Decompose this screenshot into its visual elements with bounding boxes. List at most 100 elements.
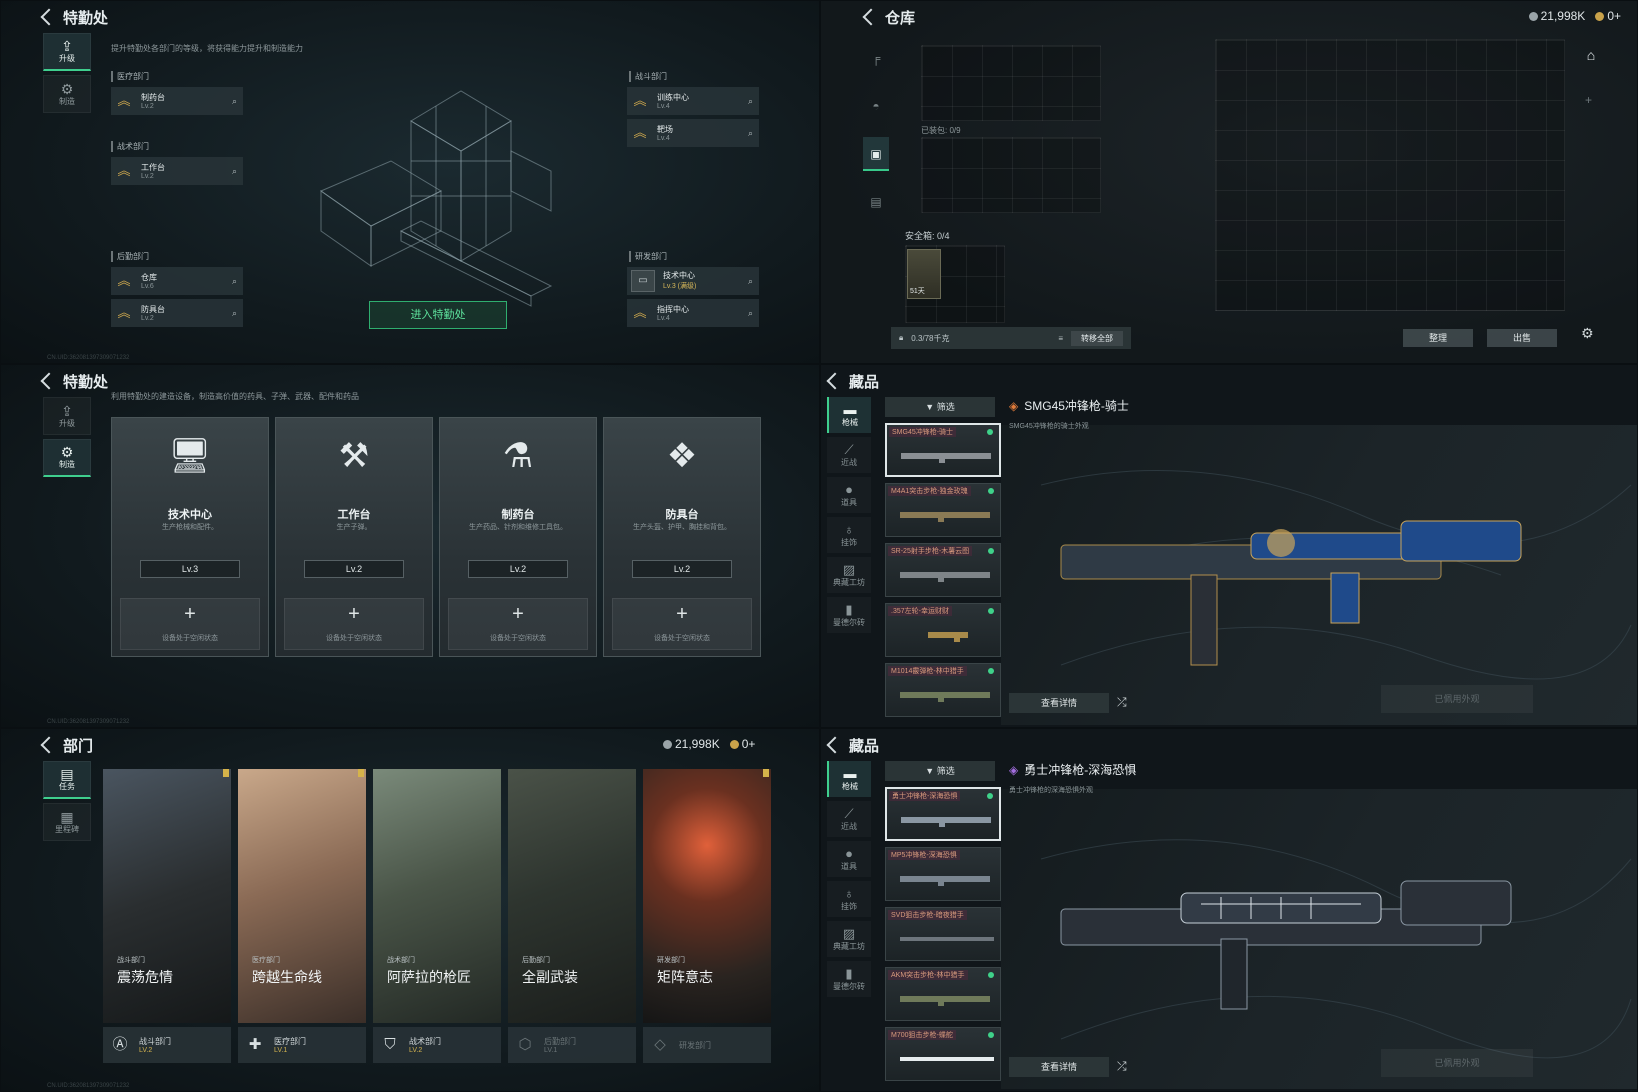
craft-slot[interactable]: + 设备处于空闲状态: [448, 598, 588, 650]
skin-item[interactable]: SVD狙击步枪-暗夜猎手: [885, 907, 1001, 961]
view-details-button[interactable]: 查看详情: [1009, 693, 1109, 713]
view-details-button[interactable]: 查看详情: [1009, 1057, 1109, 1077]
facility-shooting-range[interactable]: ︽ 靶场 Lv.4 ⌕: [627, 119, 759, 147]
facility-warehouse[interactable]: ︽ 仓库 Lv.6 ⌕: [111, 267, 243, 295]
dept-card-research[interactable]: 研发部门 矩阵意志: [643, 769, 771, 1023]
helmet-slot-icon[interactable]: ◓: [863, 89, 889, 123]
dept-footer-research[interactable]: ◇ 研发部门: [643, 1027, 771, 1063]
craft-card-workbench[interactable]: ⚒ 工作台 生产子弹。 Lv.2 + 设备处于空闲状态: [275, 417, 433, 657]
facility-command-center[interactable]: ︽ 指挥中心 Lv.4 ⌕: [627, 299, 759, 327]
lock-icon: 🔒︎: [899, 333, 904, 342]
nav-upgrade[interactable]: ⇪ 升级: [43, 33, 91, 71]
nav-upgrade[interactable]: ⇪ 升级: [43, 397, 91, 435]
nav-tasks[interactable]: ▤ 任务: [43, 761, 91, 799]
add-icon[interactable]: +: [1585, 93, 1592, 107]
equipped-button[interactable]: 已佩用外观: [1381, 1049, 1533, 1077]
case-slot-icon[interactable]: ▤: [863, 185, 889, 219]
gold-balance[interactable]: 0+: [729, 737, 755, 751]
search-icon[interactable]: ⌕: [748, 96, 753, 107]
craft-slot[interactable]: + 设备处于空闲状态: [612, 598, 752, 650]
cubes-icon: ❖: [666, 437, 698, 475]
backpack-slot-icon[interactable]: ▣: [863, 137, 889, 171]
container-grid-top[interactable]: [921, 45, 1101, 121]
sort-button[interactable]: 整理: [1403, 329, 1473, 347]
skin-item[interactable]: SR-25射手步枪-木薯云图: [885, 543, 1001, 597]
facility-training-center[interactable]: ︽ 训练中心 Lv.4 ⌕: [627, 87, 759, 115]
search-icon[interactable]: ⌕: [748, 308, 753, 319]
search-icon[interactable]: ⌕: [232, 308, 237, 319]
plus-icon: +: [184, 603, 196, 625]
search-icon[interactable]: ⌕: [232, 96, 237, 107]
back-icon[interactable]: [40, 736, 58, 754]
facility-tech-center[interactable]: ▭ 技术中心 Lv.3 (满级) ⌕: [627, 267, 759, 295]
facility-workbench[interactable]: ︽ 工作台 Lv.2 ⌕: [111, 157, 243, 185]
craft-card-pharmacy[interactable]: ⚗ 制药台 生产药品、针剂和维修工具包。 Lv.2 + 设备处于空闲状态: [439, 417, 597, 657]
nav-firearms[interactable]: ▬ 枪械: [827, 761, 871, 797]
skin-item[interactable]: AKM突击步枪-林中猎手: [885, 967, 1001, 1021]
filter-button[interactable]: ▼ 筛选: [885, 397, 995, 417]
search-icon[interactable]: ⌕: [748, 128, 753, 139]
search-icon[interactable]: ⌕: [748, 276, 753, 287]
nav-craft[interactable]: ⚙ 制造: [43, 75, 91, 113]
dept-card-combat[interactable]: 战斗部门 震荡危情: [103, 769, 231, 1023]
nav-craft[interactable]: ⚙ 制造: [43, 439, 91, 477]
craft-slot[interactable]: + 设备处于空闲状态: [284, 598, 424, 650]
gold-balance[interactable]: 0+: [1595, 9, 1621, 23]
rarity-icon: ◈: [1009, 762, 1019, 777]
nav-firearms[interactable]: ▬ 枪械: [827, 397, 871, 433]
back-icon[interactable]: [826, 736, 844, 754]
nav-melee[interactable]: ⟋ 近战: [827, 801, 871, 837]
dept-card-logistics[interactable]: 后勤部门 全副武装: [508, 769, 636, 1023]
back-icon[interactable]: [826, 372, 844, 390]
list-icon[interactable]: ≡: [1058, 334, 1063, 343]
back-icon[interactable]: [40, 8, 58, 26]
nav-melee[interactable]: ⟋ 近战: [827, 437, 871, 473]
dept-card-tactical[interactable]: 战术部门 阿萨拉的枪匠: [373, 769, 501, 1023]
craft-card-tech-center[interactable]: 🖥︎ 技术中心 生产枪械和配件。 Lv.3 + 设备处于空闲状态: [111, 417, 269, 657]
nav-workshop[interactable]: ▨ 典藏工坊: [827, 557, 871, 593]
sell-button[interactable]: 出售: [1487, 329, 1557, 347]
stash-grid[interactable]: [1215, 39, 1565, 311]
silver-balance: 21,998K: [663, 737, 720, 751]
transfer-all-button[interactable]: 转移全部: [1071, 330, 1123, 346]
nav-charms[interactable]: ♁ 挂饰: [827, 881, 871, 917]
weapon-slot-icon[interactable]: ╒: [863, 41, 889, 75]
search-icon[interactable]: ⌕: [232, 166, 237, 177]
dept-footer-logistics[interactable]: ⬡ 后勤部门 LV.1: [508, 1027, 636, 1063]
nav-items[interactable]: ● 道具: [827, 477, 871, 513]
nav-brick[interactable]: ▮ 曼德尔砖: [827, 597, 871, 633]
backpack-grid[interactable]: [921, 137, 1101, 213]
dept-footer-combat[interactable]: Ⓐ 战斗部门 LV.2: [103, 1027, 231, 1063]
nav-items[interactable]: ● 道具: [827, 841, 871, 877]
shuffle-icon[interactable]: ⤮: [1117, 695, 1127, 710]
skin-item[interactable]: M4A1突击步枪-独金玫瑰: [885, 483, 1001, 537]
skin-item[interactable]: MP5冲锋枪-深海恐惧: [885, 847, 1001, 901]
facility-pharmacy[interactable]: ︽ 制药台 Lv.2 ⌕: [111, 87, 243, 115]
facility-armor-bench[interactable]: ︽ 防具台 Lv.2 ⌕: [111, 299, 243, 327]
skin-item[interactable]: 勇士冲锋枪-深海恐惧: [885, 787, 1001, 841]
craft-slot[interactable]: + 设备处于空闲状态: [120, 598, 260, 650]
dept-footer-tactical[interactable]: ⛉ 战术部门 LV.2: [373, 1027, 501, 1063]
shuffle-icon[interactable]: ⤮: [1117, 1059, 1127, 1074]
nav-charms[interactable]: ♁ 挂饰: [827, 517, 871, 553]
skin-item[interactable]: .357左轮-幸运财财: [885, 603, 1001, 657]
filter-button[interactable]: ▼ 筛选: [885, 761, 995, 781]
nav-workshop[interactable]: ▨ 典藏工坊: [827, 921, 871, 957]
back-icon[interactable]: [40, 372, 58, 390]
dept-card-medical[interactable]: 医疗部门 跨越生命线: [238, 769, 366, 1023]
skin-item[interactable]: M700狙击步枪-蝶舵: [885, 1027, 1001, 1081]
stash-icon[interactable]: ⌂: [1579, 47, 1603, 71]
skin-item[interactable]: M1014霰弹枪-林中猎手: [885, 663, 1001, 717]
settings-icon[interactable]: ⚙: [1581, 325, 1594, 342]
nav-brick[interactable]: ▮ 曼德尔砖: [827, 961, 871, 997]
nav-milestones[interactable]: ▦ 里程碑: [43, 803, 91, 841]
dept-footer-medical[interactable]: ✚ 医疗部门 LV.1: [238, 1027, 366, 1063]
back-icon[interactable]: [862, 8, 880, 26]
safe-box-item[interactable]: 51天: [907, 249, 941, 299]
skin-item[interactable]: SMG45冲锋枪-骑士: [885, 423, 1001, 477]
rank-chevron-icon: ︽: [633, 305, 647, 320]
equipped-button[interactable]: 已佩用外观: [1381, 685, 1533, 713]
craft-card-armor-bench[interactable]: ❖ 防具台 生产头盔、护甲、胸挂和背包。 Lv.2 + 设备处于空闲状态: [603, 417, 761, 657]
enter-special-ops-button[interactable]: 进入特勤处: [369, 301, 507, 329]
search-icon[interactable]: ⌕: [232, 276, 237, 287]
